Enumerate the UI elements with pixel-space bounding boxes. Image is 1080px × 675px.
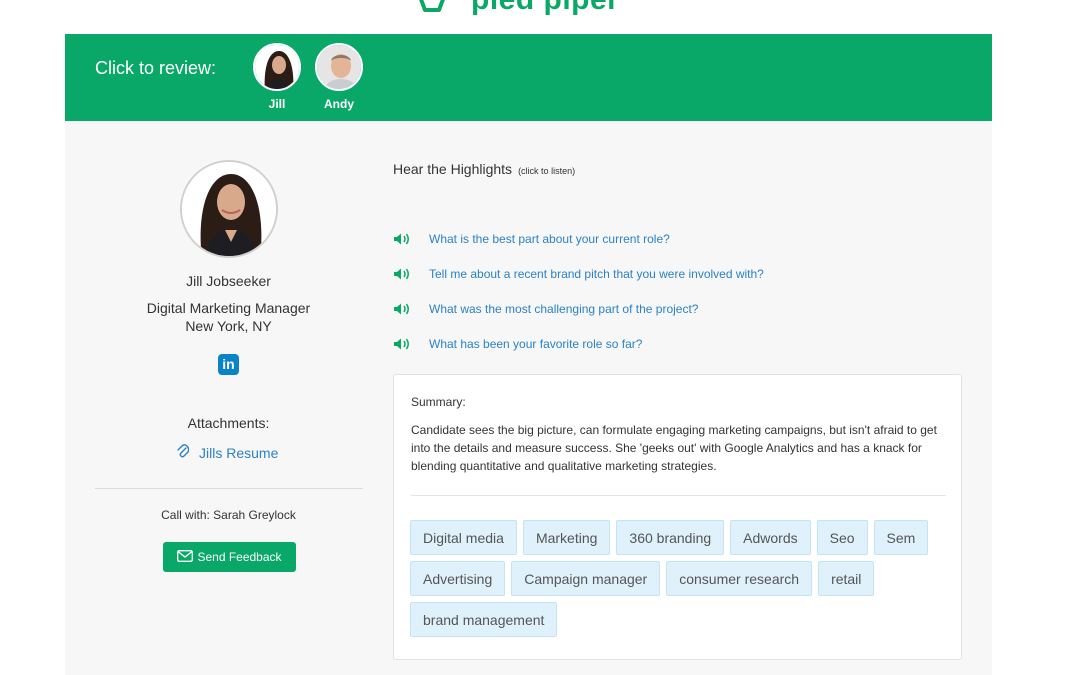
paperclip-icon	[177, 444, 190, 461]
skill-tag[interactable]: consumer research	[666, 561, 813, 596]
review-banner: Click to review: Jill Andy	[65, 34, 992, 121]
skill-tag[interactable]: retail	[818, 561, 875, 596]
banner-label: Click to review:	[95, 58, 217, 78]
candidate-photo	[180, 160, 278, 258]
skill-tag[interactable]: Marketing	[522, 520, 611, 555]
avatar	[253, 43, 301, 91]
brand-name: pied piper	[471, 0, 619, 17]
highlights-list: What is the best part about your current…	[393, 221, 764, 361]
reviewer-andy[interactable]: Andy	[314, 43, 364, 111]
avatar	[315, 43, 363, 91]
highlights-heading: Hear the Highlights (click to listen)	[393, 161, 575, 177]
speaker-icon	[393, 302, 415, 316]
candidate-location: New York, NY	[185, 318, 272, 334]
highlight-question-label: What has been your favorite role so far?	[429, 336, 643, 351]
highlights-title: Hear the Highlights	[393, 161, 513, 177]
skill-tag[interactable]: 360 branding	[616, 520, 725, 555]
summary-label: Summary:	[411, 395, 466, 409]
skill-tags: Digital media Marketing 360 branding Adw…	[410, 520, 950, 637]
divider	[95, 488, 363, 489]
speaker-icon	[393, 232, 415, 246]
highlight-question[interactable]: What is the best part about your current…	[393, 221, 764, 256]
send-feedback-label: Send Feedback	[197, 550, 282, 564]
summary-text: Candidate sees the big picture, can form…	[411, 423, 937, 473]
reviewer-name: Jill	[268, 97, 286, 111]
resume-link[interactable]: Jills Resume	[177, 444, 278, 461]
highlight-question-label: What was the most challenging part of th…	[429, 301, 699, 316]
call-with-text: Call with: Sarah Greylock	[161, 508, 296, 522]
speaker-icon	[393, 267, 415, 281]
reviewer-jill[interactable]: Jill	[252, 43, 302, 111]
highlight-question-label: Tell me about a recent brand pitch that …	[429, 266, 764, 281]
candidate-name: Jill Jobseeker	[186, 273, 271, 289]
summary-card: Summary: Candidate sees the big picture,…	[393, 374, 962, 660]
brand-logo: pied piper	[415, 0, 619, 17]
skill-tag[interactable]: Advertising	[410, 561, 506, 596]
divider	[411, 495, 946, 496]
skill-tag[interactable]: Adwords	[730, 520, 811, 555]
linkedin-icon[interactable]: in	[218, 354, 239, 375]
skill-tag[interactable]: Sem	[873, 520, 929, 555]
skill-tag[interactable]: Digital media	[410, 520, 517, 555]
reviewer-name: Andy	[324, 97, 354, 111]
resume-link-label: Jills Resume	[199, 444, 279, 461]
send-feedback-button[interactable]: Send Feedback	[163, 542, 296, 572]
candidate-title: Digital Marketing Manager	[146, 300, 311, 316]
highlight-question[interactable]: What has been your favorite role so far?	[393, 326, 764, 361]
skill-tag[interactable]: brand management	[410, 602, 558, 637]
highlight-question[interactable]: Tell me about a recent brand pitch that …	[393, 256, 764, 291]
candidate-review-panel: Jill Jobseeker Digital Marketing Manager…	[65, 121, 992, 675]
skill-tag[interactable]: Seo	[816, 520, 868, 555]
highlight-question[interactable]: What was the most challenging part of th…	[393, 291, 764, 326]
attachments-label: Attachments:	[187, 415, 270, 431]
highlights-hint: (click to listen)	[518, 166, 576, 176]
highlight-question-label: What is the best part about your current…	[429, 231, 670, 246]
skill-tag[interactable]: Campaign manager	[511, 561, 661, 596]
logo-mark-icon	[415, 0, 461, 14]
envelope-icon	[177, 549, 194, 565]
speaker-icon	[393, 337, 415, 351]
